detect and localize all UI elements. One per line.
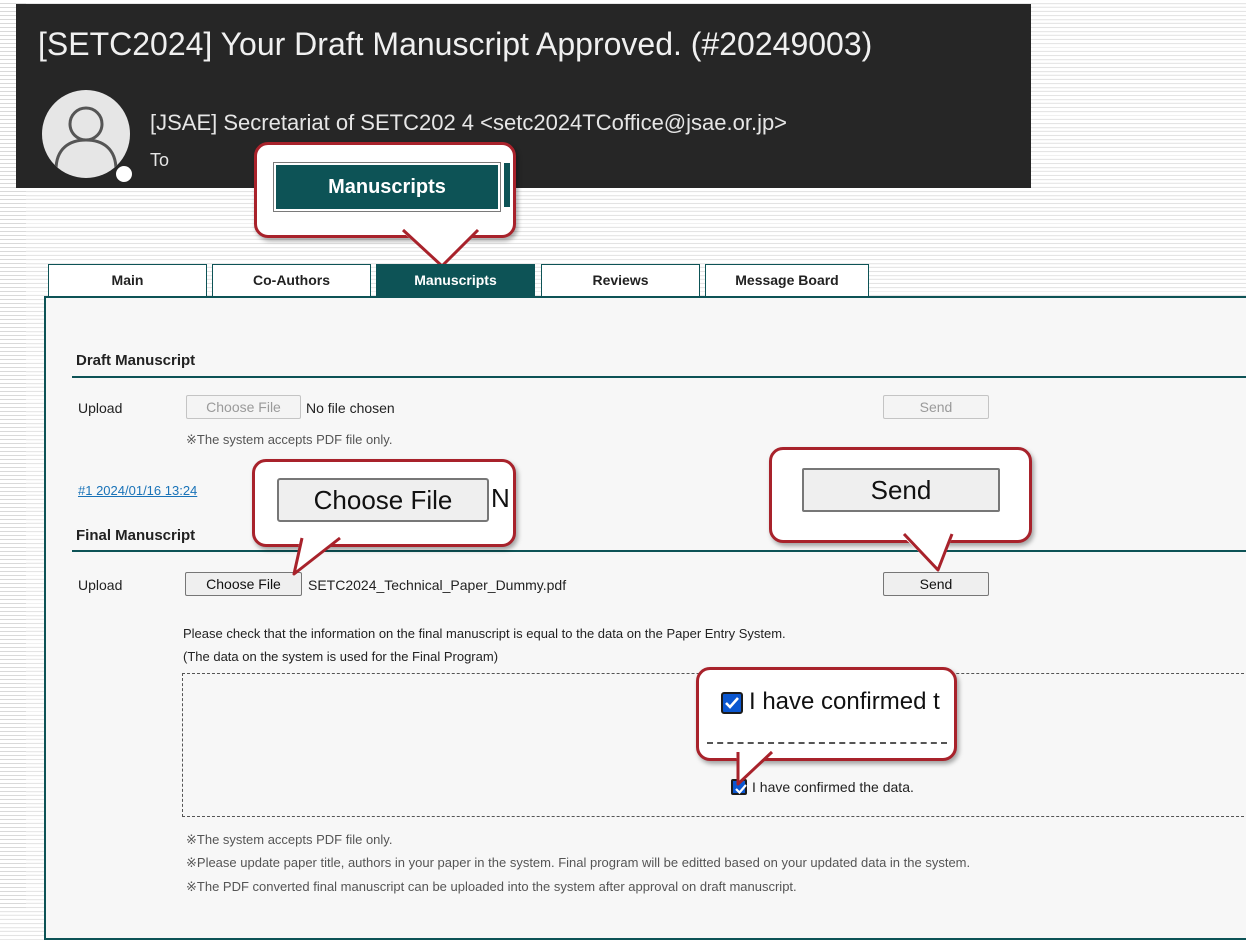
tab-edge-zoom [502, 163, 510, 207]
callout-tail-confirm [736, 750, 774, 786]
final-section-divider [72, 550, 1246, 552]
final-note-3: ※The PDF converted final manuscript can … [186, 879, 797, 894]
email-sender[interactable]: [JSAE] Secretariat of SETC202 4 <setc202… [150, 110, 787, 136]
email-to-label: To [150, 150, 170, 170]
draft-section-divider [72, 376, 1246, 378]
draft-send-button[interactable]: Send [883, 395, 989, 419]
callout-tail-choose-file [292, 536, 342, 576]
final-upload-label: Upload [78, 577, 123, 593]
draft-upload-label: Upload [78, 400, 123, 416]
choose-file-zoom-trailing: N [491, 483, 510, 513]
tab-manuscripts[interactable]: Manuscripts [376, 264, 535, 296]
tab-reviews[interactable]: Reviews [541, 264, 700, 296]
email-subject: [SETC2024] Your Draft Manuscript Approve… [38, 26, 873, 62]
final-instruction-1: Please check that the information on the… [183, 626, 786, 641]
final-manuscript-title: Final Manuscript [76, 527, 196, 544]
final-note-2: ※Please update paper title, authors in y… [186, 855, 971, 870]
final-instruction-2: (The data on the system is used for the … [183, 649, 499, 664]
tab-message-board[interactable]: Message Board [705, 264, 869, 296]
draft-pdf-note: ※The system accepts PDF file only. [186, 432, 393, 447]
checkbox-zoom [721, 692, 743, 714]
final-note-1: ※The system accepts PDF file only. [186, 832, 393, 847]
callout-confirm: I have confirmed t [696, 667, 957, 761]
choose-file-zoom-button: Choose File [277, 478, 489, 522]
callout-tail-send [900, 532, 954, 572]
draft-manuscript-title: Draft Manuscript [76, 352, 196, 369]
send-zoom-button: Send [802, 468, 1000, 512]
callout-send: Send [769, 447, 1032, 543]
avatar[interactable] [42, 90, 130, 178]
presence-status-icon [114, 164, 134, 184]
draft-file-status: No file chosen [306, 400, 395, 416]
checkbox-zoom-label: I have confirmed t [749, 688, 940, 715]
email-header: [SETC2024] Your Draft Manuscript Approve… [16, 4, 1031, 188]
callout-manuscripts-tab: Manuscripts [254, 142, 516, 238]
tab-co-authors[interactable]: Co-Authors [212, 264, 371, 296]
checkbox-zoom-dashes [707, 742, 947, 744]
callout-choose-file: Choose File N [252, 459, 516, 547]
draft-choose-file-button[interactable]: Choose File [186, 395, 301, 419]
person-icon [54, 106, 118, 171]
check-icon-zoom [725, 697, 739, 709]
tab-main[interactable]: Main [48, 264, 207, 296]
tab-manuscripts-zoom: Manuscripts [273, 162, 501, 212]
draft-history-link[interactable]: #1 2024/01/16 13:24 [78, 483, 197, 498]
